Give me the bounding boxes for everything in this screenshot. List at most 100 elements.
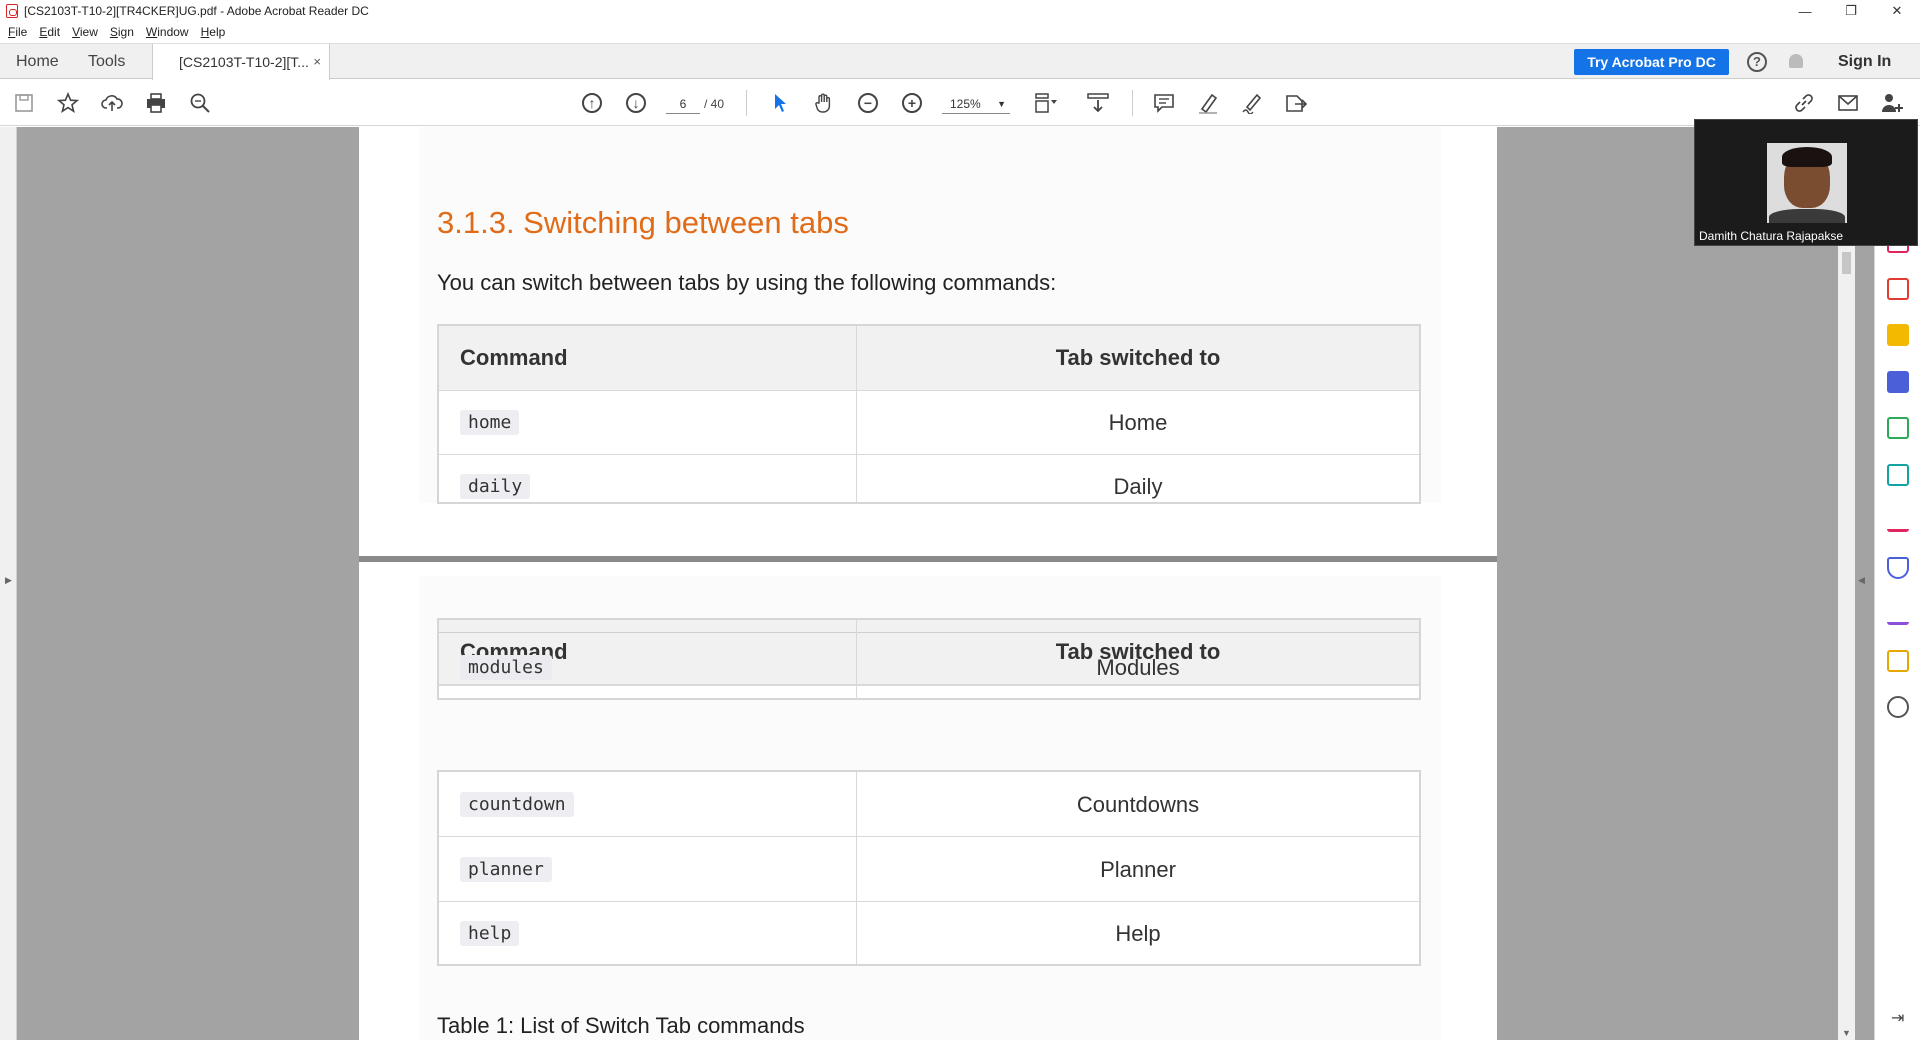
participant-video xyxy=(1767,143,1847,223)
table-row: home Home xyxy=(439,391,1419,455)
command-code: modules xyxy=(460,655,552,680)
select-cursor-icon[interactable] xyxy=(768,91,792,115)
page-number-input[interactable]: 6 xyxy=(666,94,700,114)
page-display-icon[interactable] xyxy=(1034,91,1058,115)
hand-tool-icon[interactable] xyxy=(812,91,836,115)
page-total: / 40 xyxy=(704,97,725,111)
switch-tab-table: Command Tab switched to home Home daily … xyxy=(437,324,1421,504)
vertical-scrollbar[interactable]: ▼ xyxy=(1838,127,1855,1040)
sign-in-button[interactable]: Sign In xyxy=(1838,44,1891,80)
notification-bell-icon[interactable] xyxy=(1789,54,1803,68)
tab-name-cell: Planner xyxy=(1100,857,1176,882)
table-header-row: Command Tab switched to xyxy=(439,326,1419,391)
scrollbar-thumb[interactable] xyxy=(1842,252,1851,274)
zoom-out-icon[interactable]: − xyxy=(856,91,880,115)
bookmark-star-icon[interactable] xyxy=(56,91,80,115)
collapse-right-panel-icon[interactable]: ◀ xyxy=(1858,575,1865,586)
menu-help[interactable]: Help xyxy=(201,25,226,39)
chevron-down-icon: ▼ xyxy=(997,99,1006,109)
close-window-button[interactable]: ✕ xyxy=(1874,0,1920,22)
participant-name: Damith Chatura Rajapakse xyxy=(1699,229,1844,243)
toolbar-divider xyxy=(746,90,747,116)
toolbar: ↑ ↓ 6 / 40 − + 125% ▼ xyxy=(0,80,1920,126)
print-icon[interactable] xyxy=(144,91,168,115)
send-review-icon[interactable] xyxy=(1887,650,1909,672)
highlight-pen-icon[interactable] xyxy=(1196,91,1220,115)
expand-panel-icon[interactable]: ⇥ xyxy=(1891,1008,1904,1028)
right-tools-panel: ⇥ xyxy=(1874,127,1920,1040)
column-header-tab: Tab switched to xyxy=(1055,345,1221,370)
edit-pdf-icon[interactable] xyxy=(1887,278,1909,300)
zoom-value: 125% xyxy=(950,97,981,111)
command-code: help xyxy=(460,921,520,946)
section-heading: 3.1.3. Switching between tabs xyxy=(437,205,849,240)
expand-left-panel-icon[interactable]: ▶ xyxy=(5,575,12,586)
table-row: daily Daily xyxy=(439,455,1419,502)
column-header-command: Command xyxy=(460,345,568,370)
title-bar: [CS2103T-T10-2][TR4CKER]UG.pdf - Adobe A… xyxy=(0,0,1920,22)
tab-name-cell: Home xyxy=(1108,410,1168,435)
switch-tab-table-continued: countdown Countdowns planner Planner hel… xyxy=(437,770,1421,966)
scroll-mode-icon[interactable] xyxy=(1086,91,1110,115)
menu-window[interactable]: Window xyxy=(146,25,189,39)
window-controls: — ❐ ✕ xyxy=(1782,0,1920,22)
intro-paragraph: You can switch between tabs by using the… xyxy=(437,270,1057,295)
table-caption: Table 1: List of Switch Tab commands xyxy=(437,1013,805,1038)
try-acrobat-pro-button[interactable]: Try Acrobat Pro DC xyxy=(1574,49,1729,75)
tab-document[interactable]: [CS2103T-T10-2][T... × xyxy=(152,44,330,80)
command-code: daily xyxy=(460,474,531,499)
menu-edit[interactable]: Edit xyxy=(39,25,60,39)
more-tools-icon[interactable] xyxy=(1887,696,1909,718)
command-code: countdown xyxy=(460,792,574,817)
window-title: [CS2103T-T10-2][TR4CKER]UG.pdf - Adobe A… xyxy=(24,4,369,18)
table-row: countdown Countdowns xyxy=(439,772,1419,837)
command-code: planner xyxy=(460,857,552,882)
next-page-icon[interactable]: ↓ xyxy=(624,91,648,115)
scroll-down-icon[interactable]: ▼ xyxy=(1842,1028,1851,1038)
fill-sign-icon[interactable] xyxy=(1887,510,1909,532)
zoom-dropdown[interactable]: 125% ▼ xyxy=(942,94,1010,114)
minimize-button[interactable]: — xyxy=(1782,0,1828,22)
tab-home[interactable]: Home xyxy=(16,44,59,80)
close-tab-icon[interactable]: × xyxy=(313,44,321,80)
menu-file[interactable]: File xyxy=(8,25,27,39)
comment-icon[interactable] xyxy=(1152,91,1176,115)
left-navigation-panel[interactable]: ▶ xyxy=(0,127,17,1040)
table-row: modules Modules xyxy=(439,632,1419,686)
tab-name-cell: Daily xyxy=(1113,474,1163,499)
column-divider xyxy=(856,620,857,698)
upload-cloud-icon[interactable] xyxy=(100,91,124,115)
menu-bar: File Edit View Sign Window Help xyxy=(0,22,1920,42)
export-pdf-icon[interactable] xyxy=(1887,464,1909,486)
command-code: home xyxy=(460,410,520,435)
search-zoom-icon[interactable] xyxy=(188,91,212,115)
add-user-icon[interactable] xyxy=(1880,91,1904,115)
tab-name-cell: Countdowns xyxy=(1076,792,1200,817)
zoom-in-icon[interactable]: + xyxy=(900,91,924,115)
help-icon[interactable]: ? xyxy=(1747,52,1767,72)
share-link-icon[interactable] xyxy=(1792,91,1816,115)
restore-button[interactable]: ❐ xyxy=(1828,0,1874,22)
sign-pen-icon[interactable] xyxy=(1240,91,1264,115)
table-row: planner Planner xyxy=(439,837,1419,902)
toolbar-divider xyxy=(1132,90,1133,116)
request-signature-icon[interactable] xyxy=(1887,603,1909,625)
column-divider xyxy=(856,326,857,502)
repeated-header-table: Command Tab switched to modules Modules xyxy=(437,618,1421,700)
send-share-icon[interactable] xyxy=(1284,91,1308,115)
combine-files-icon[interactable] xyxy=(1887,371,1909,393)
document-tab-label: [CS2103T-T10-2][T... xyxy=(179,54,309,70)
protect-shield-icon[interactable] xyxy=(1887,557,1909,579)
comment-tool-icon[interactable] xyxy=(1887,324,1909,346)
menu-sign[interactable]: Sign xyxy=(110,25,134,39)
save-icon[interactable] xyxy=(12,91,36,115)
tab-tools[interactable]: Tools xyxy=(88,44,125,80)
acrobat-icon xyxy=(6,4,18,18)
organize-pages-icon[interactable] xyxy=(1887,417,1909,439)
column-divider xyxy=(856,772,857,964)
video-call-overlay[interactable]: Damith Chatura Rajapakse xyxy=(1694,119,1918,246)
previous-page-icon[interactable]: ↑ xyxy=(580,91,604,115)
menu-view[interactable]: View xyxy=(72,25,98,39)
tab-name-cell: Help xyxy=(1115,921,1161,946)
email-icon[interactable] xyxy=(1836,91,1860,115)
